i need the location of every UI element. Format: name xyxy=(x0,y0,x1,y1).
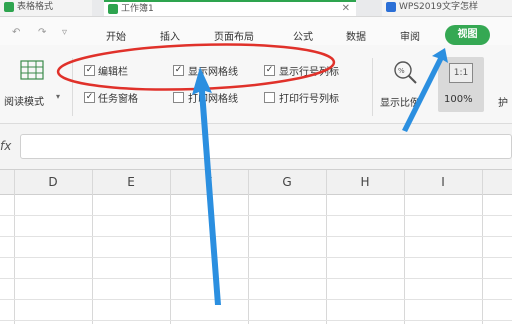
arrow-up-icon xyxy=(192,67,221,305)
annotation-overlay xyxy=(56,43,448,305)
arrow-up-right-icon xyxy=(402,48,448,132)
